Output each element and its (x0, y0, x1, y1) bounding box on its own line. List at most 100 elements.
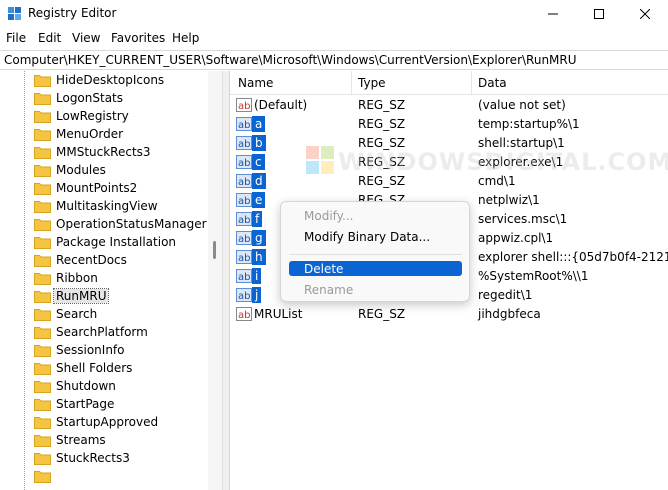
value-name: f (252, 211, 263, 227)
tree-item[interactable]: StuckRects3 (34, 449, 214, 467)
tree-item[interactable]: Streams (34, 431, 214, 449)
close-button[interactable] (622, 0, 668, 28)
column-divider[interactable] (471, 71, 472, 95)
value-data: explorer.exe\1 (478, 155, 564, 169)
table-row[interactable]: ab b REG_SZ shell:startup\1 (230, 134, 668, 153)
tree-item[interactable]: MountPoints2 (34, 179, 214, 197)
folder-icon (34, 218, 51, 231)
folder-icon (34, 164, 51, 177)
tree-item[interactable]: OperationStatusManager (34, 215, 214, 233)
menu-edit[interactable]: Edit (38, 31, 61, 45)
tree-item[interactable]: MultitaskingView (34, 197, 214, 215)
value-data: jihdgbfeca (478, 307, 541, 321)
tree-item[interactable]: StartupApproved (34, 413, 214, 431)
table-row[interactable]: ab MRUList REG_SZ jihdgbfeca (230, 305, 668, 324)
tree-item[interactable] (34, 467, 214, 485)
table-row[interactable]: ab d REG_SZ cmd\1 (230, 172, 668, 191)
tree-item[interactable]: Modules (34, 161, 214, 179)
string-value-icon: ab (236, 174, 252, 188)
value-name: g (252, 230, 266, 246)
tree-item[interactable]: MenuOrder (34, 125, 214, 143)
value-name: b (252, 135, 266, 151)
value-type: REG_SZ (358, 136, 406, 150)
menu-file[interactable]: File (6, 31, 26, 45)
svg-text:ab: ab (238, 158, 250, 169)
column-header-data[interactable]: Data (478, 76, 507, 90)
folder-icon (34, 380, 51, 393)
string-value-icon: ab (236, 288, 252, 302)
value-name: c (252, 154, 265, 170)
value-data: netplwiz\1 (478, 193, 540, 207)
value-data: regedit\1 (478, 288, 533, 302)
minimize-icon (548, 13, 558, 15)
value-name: a (252, 116, 266, 132)
registry-editor-icon (8, 7, 21, 20)
table-row[interactable]: ab c REG_SZ explorer.exe\1 (230, 153, 668, 172)
tree-item[interactable]: Shutdown (34, 377, 214, 395)
svg-text:ab: ab (238, 196, 250, 207)
svg-text:ab: ab (238, 101, 250, 112)
menu-item-delete[interactable]: Delete (289, 261, 462, 276)
table-row[interactable]: ab a REG_SZ temp:startup%\1 (230, 115, 668, 134)
tree-item[interactable]: SearchPlatform (34, 323, 214, 341)
value-type: REG_SZ (358, 155, 406, 169)
tree-item-runmru[interactable]: RunMRU (34, 287, 214, 305)
menu-view[interactable]: View (72, 31, 100, 45)
svg-text:ab: ab (238, 215, 250, 226)
value-data: (value not set) (478, 98, 566, 112)
string-value-icon: ab (236, 98, 252, 112)
folder-icon (34, 434, 51, 447)
minimize-button[interactable] (530, 0, 576, 28)
value-type: REG_SZ (358, 117, 406, 131)
tree-item[interactable]: StartPage (34, 395, 214, 413)
menu-favorites[interactable]: Favorites (111, 31, 165, 45)
list-header: Name Type Data (230, 71, 668, 95)
folder-icon (34, 362, 51, 375)
string-value-icon: ab (236, 136, 252, 150)
maximize-button[interactable] (576, 0, 622, 28)
menu-item-modify: Modify... (304, 209, 354, 223)
tree-item[interactable]: LowRegistry (34, 107, 214, 125)
string-value-icon: ab (236, 250, 252, 264)
value-data: %SystemRoot%\\1 (478, 269, 589, 283)
string-value-icon: ab (236, 269, 252, 283)
tree-item[interactable]: Ribbon (34, 269, 214, 287)
svg-text:ab: ab (238, 253, 250, 264)
title-bar: Registry Editor (0, 0, 668, 28)
scrollbar-thumb[interactable] (213, 241, 216, 259)
value-type: REG_SZ (358, 98, 406, 112)
tree-item[interactable]: LogonStats (34, 89, 214, 107)
context-menu: Modify... Modify Binary Data... Delete R… (280, 201, 470, 302)
tree-item[interactable]: Shell Folders (34, 359, 214, 377)
tree-item[interactable]: HideDesktopIcons (34, 71, 214, 89)
address-bar[interactable]: Computer\HKEY_CURRENT_USER\Software\Micr… (0, 50, 668, 70)
key-tree[interactable]: HideDesktopIcons LogonStats LowRegistry … (0, 71, 222, 490)
window-title: Registry Editor (28, 6, 117, 20)
tree-scrollbar[interactable] (208, 71, 222, 490)
column-header-type[interactable]: Type (358, 76, 386, 90)
svg-text:ab: ab (238, 139, 250, 150)
folder-icon (34, 110, 51, 123)
tree-item[interactable]: Package Installation (34, 233, 214, 251)
folder-icon (34, 398, 51, 411)
pane-splitter[interactable] (222, 71, 230, 490)
value-type: REG_SZ (358, 174, 406, 188)
menu-item-modify-binary[interactable]: Modify Binary Data... (289, 227, 462, 247)
folder-icon (34, 236, 51, 249)
string-value-icon: ab (236, 307, 252, 321)
string-value-icon: ab (236, 117, 252, 131)
column-header-name[interactable]: Name (238, 76, 273, 90)
tree-item[interactable]: SessionInfo (34, 341, 214, 359)
folder-icon (34, 344, 51, 357)
table-row[interactable]: ab (Default) REG_SZ (value not set) (230, 96, 668, 115)
column-divider[interactable] (351, 71, 352, 95)
folder-icon (34, 326, 51, 339)
menu-help[interactable]: Help (172, 31, 199, 45)
tree-item[interactable]: Search (34, 305, 214, 323)
folder-icon (34, 290, 51, 303)
tree-item[interactable]: MMStuckRects3 (34, 143, 214, 161)
folder-icon (34, 272, 51, 285)
svg-text:ab: ab (238, 310, 250, 321)
tree-item[interactable]: RecentDocs (34, 251, 214, 269)
tree-guide-line (24, 71, 25, 490)
